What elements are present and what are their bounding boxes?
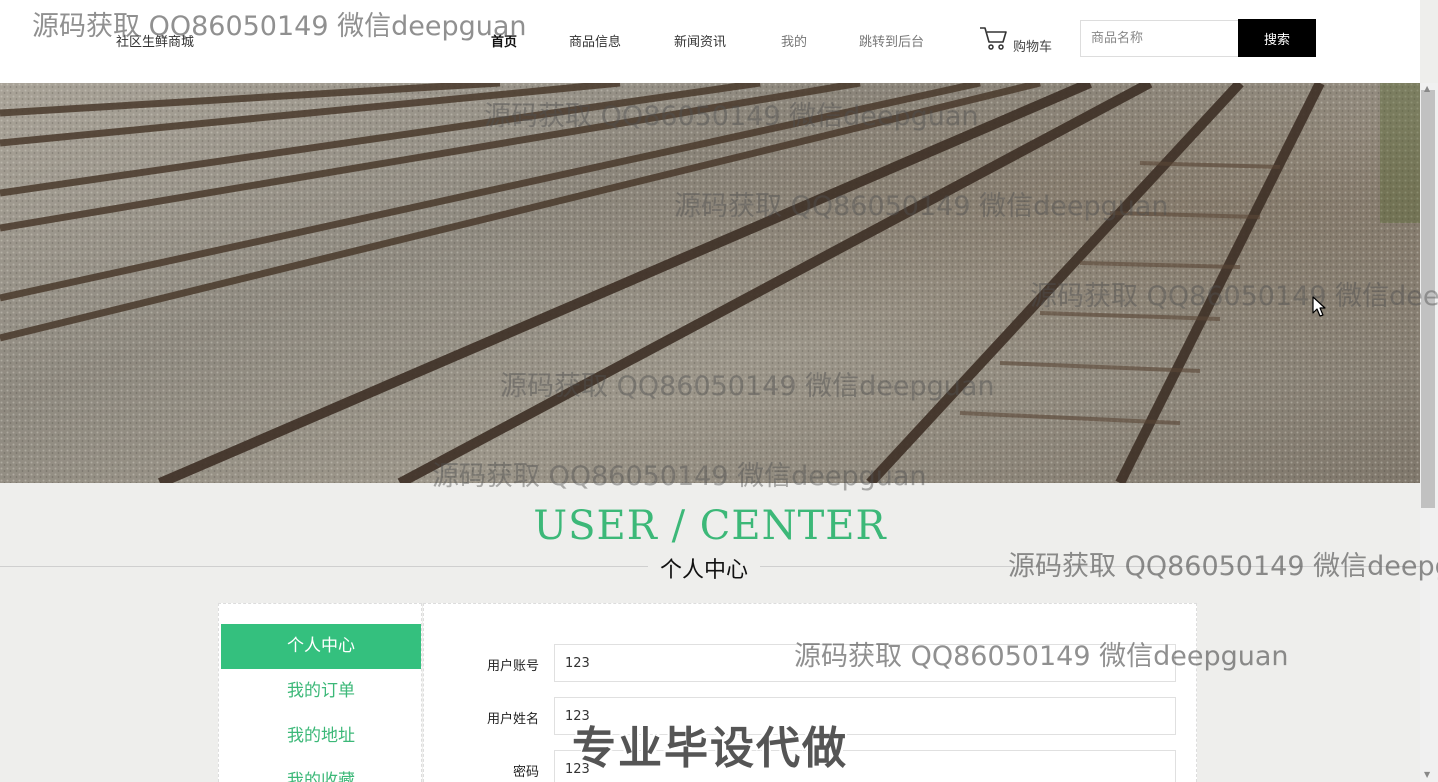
account-input[interactable]: [554, 644, 1176, 682]
nav-news[interactable]: 新闻资讯: [674, 31, 726, 50]
railway-tracks-photo: [0, 83, 1420, 483]
search-button[interactable]: 搜索: [1238, 19, 1316, 57]
cart-label: 购物车: [1013, 40, 1053, 55]
section-title-en: USER / CENTER: [533, 503, 887, 549]
sidebar-item-orders[interactable]: 我的订单: [221, 669, 421, 714]
brand-title[interactable]: 社区生鲜商城: [116, 31, 194, 50]
scroll-down-icon[interactable]: ▼: [1424, 770, 1430, 779]
label-password: 密码: [512, 765, 539, 780]
cart-link[interactable]: 购物车: [979, 25, 1052, 55]
sidebar-item-favorites[interactable]: 我的收藏: [221, 759, 421, 782]
banner-image: [0, 83, 1420, 483]
mouse-cursor-icon: [1312, 296, 1326, 322]
label-username: 用户姓名: [486, 712, 539, 727]
nav-products[interactable]: 商品信息: [569, 31, 621, 50]
label-account: 用户账号: [486, 659, 539, 674]
nav-mine[interactable]: 我的: [781, 31, 807, 50]
user-center-sidebar: 个人中心 我的订单 我的地址 我的收藏: [218, 603, 422, 782]
scroll-up-icon[interactable]: ▲: [1424, 84, 1430, 93]
sidebar-item-profile[interactable]: 个人中心: [221, 624, 421, 669]
watermark-text: 源码获取 QQ86050149 微信deepguan: [1008, 551, 1438, 582]
scrollbar-thumb[interactable]: [1421, 90, 1435, 508]
watermark-big: 专业毕设代做: [572, 723, 848, 774]
cart-icon: [979, 25, 1013, 55]
search-input[interactable]: [1080, 20, 1240, 57]
section-title-cn: 个人中心: [648, 552, 761, 584]
nav-home[interactable]: 首页: [491, 31, 517, 50]
top-header: 社区生鲜商城 首页 商品信息 新闻资讯 我的 跳转到后台 购物车 搜索: [0, 0, 1420, 83]
nav-admin[interactable]: 跳转到后台: [859, 31, 924, 50]
sidebar-item-address[interactable]: 我的地址: [221, 714, 421, 759]
